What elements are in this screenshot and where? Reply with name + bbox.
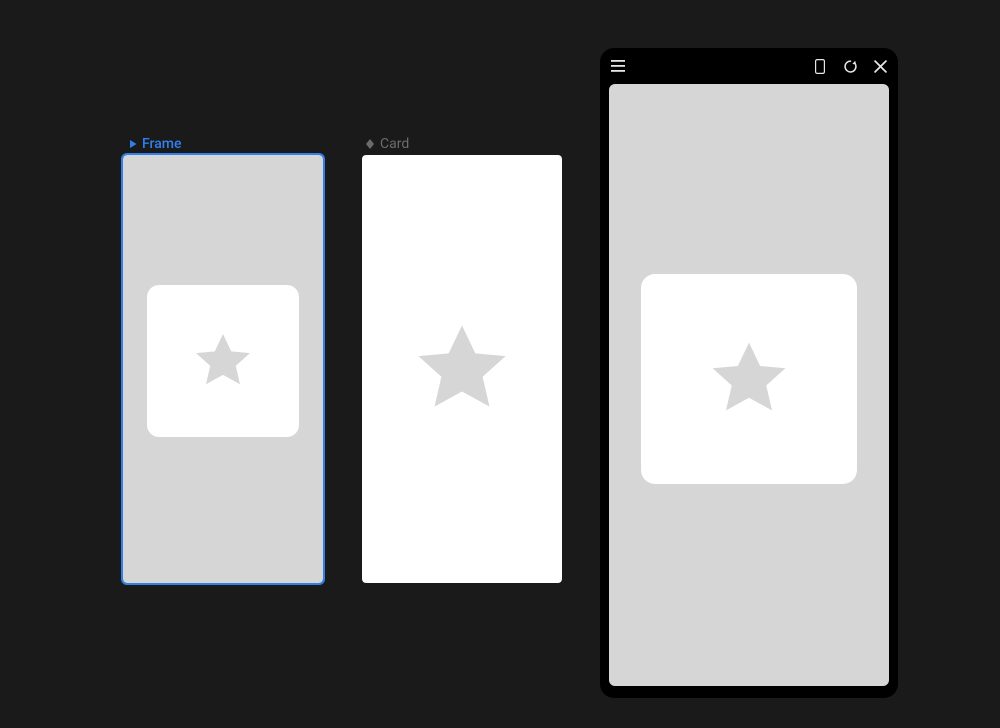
play-icon xyxy=(128,139,138,149)
artboard-frame-title: Frame xyxy=(142,136,181,152)
artboard-frame[interactable] xyxy=(123,155,323,583)
preview-inner-card[interactable] xyxy=(641,274,857,484)
component-icon xyxy=(364,138,376,150)
menu-button[interactable] xyxy=(610,58,626,74)
artboard-card-title: Card xyxy=(380,136,409,152)
preview-toolbar xyxy=(600,48,898,84)
star-icon xyxy=(703,333,795,425)
device-icon xyxy=(815,59,825,74)
artboard-label-card[interactable]: Card xyxy=(364,136,409,152)
artboard-card[interactable] xyxy=(362,155,562,583)
star-icon xyxy=(407,314,517,424)
device-button[interactable] xyxy=(812,58,828,74)
frame-inner-card[interactable] xyxy=(147,285,299,437)
star-icon xyxy=(189,327,257,395)
preview-viewport[interactable] xyxy=(609,84,889,686)
restart-button[interactable] xyxy=(842,58,858,74)
restart-icon xyxy=(843,59,858,74)
close-button[interactable] xyxy=(872,58,888,74)
hamburger-icon xyxy=(611,60,625,72)
preview-window xyxy=(600,48,898,698)
close-icon xyxy=(874,60,887,73)
artboard-label-frame[interactable]: Frame xyxy=(128,136,181,152)
